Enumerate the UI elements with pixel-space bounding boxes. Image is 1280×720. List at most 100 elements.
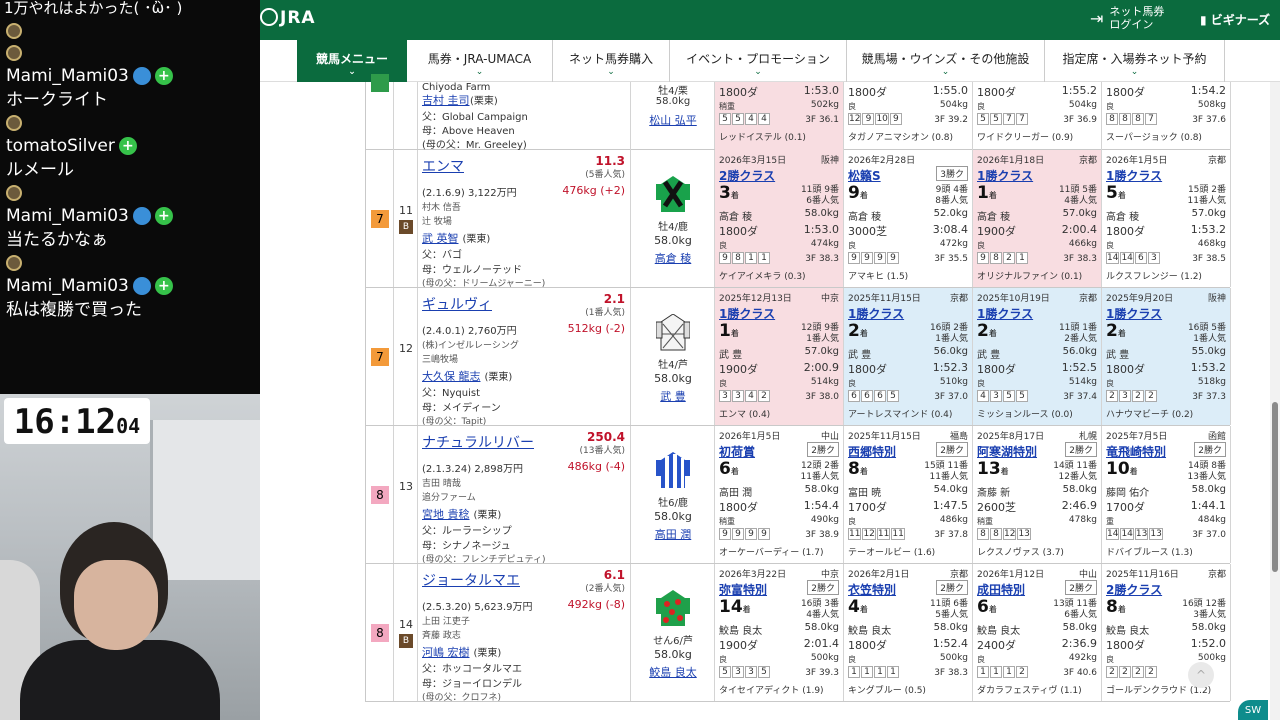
horse-name-link[interactable]: ナチュラルリバー: [422, 432, 534, 452]
race-venue: 京都: [949, 294, 968, 304]
blinker-badge: B: [399, 634, 413, 648]
passing-pos: 9: [745, 528, 757, 540]
race-name-link[interactable]: 1勝クラス: [977, 167, 1033, 184]
popularity: (1番人気): [585, 308, 625, 318]
finish-position-number: 13: [977, 459, 1001, 479]
race-name-link[interactable]: 1勝クラス: [1106, 167, 1162, 184]
race-name-link[interactable]: 竜飛崎特別: [1106, 443, 1166, 460]
race-distance: 1800ダ: [977, 363, 1016, 376]
race-distance: 1800ダ: [719, 225, 758, 238]
race-time: 1:52.0: [1190, 637, 1226, 650]
horse-name-link[interactable]: ジョータルマエ: [422, 570, 520, 590]
finish-position-number: 4: [848, 597, 860, 617]
horse-name-link[interactable]: エンマ: [422, 156, 464, 176]
page-scrollbar[interactable]: [1270, 82, 1280, 720]
past-race-cell: 2026年1月18日 京都 高倉 稜 57.0kg 1900ダ 2:00.4 良 466kg 3…: [973, 150, 1102, 287]
trainer-link[interactable]: 大久保 龍志: [422, 370, 481, 383]
past-carried-weight: 55.0kg: [1191, 346, 1226, 357]
passing-pos: 9: [861, 252, 873, 264]
track-condition: 稍重: [977, 517, 993, 526]
nav-item-4[interactable]: 競馬場・ウインズ・その他施設 ⌄: [847, 40, 1045, 82]
trainer-line: 武 英智 (栗東): [422, 230, 490, 246]
trainer-link[interactable]: 宮地 貴稔: [422, 508, 470, 521]
jockey-name-link[interactable]: 武 豊: [631, 388, 715, 404]
passing-pos: 9: [719, 252, 731, 264]
finish-position-number: 9: [848, 183, 860, 203]
finish-position: 14着: [719, 597, 751, 617]
past-jockey: 鮫島 良太: [848, 626, 892, 637]
nav-item-2[interactable]: ネット馬券購入 ⌄: [553, 40, 670, 82]
race-date: 2025年11月16日: [1106, 570, 1179, 580]
finish-position-unit: 着: [1117, 191, 1126, 200]
jra-logo[interactable]: JRA: [260, 8, 316, 28]
race-name-link[interactable]: 1勝クラス: [848, 305, 904, 322]
jockey-cell: 牡4/鹿 58.0kg 高倉 稜: [631, 150, 715, 287]
race-name-link[interactable]: 成田特別: [977, 581, 1025, 598]
field-size-gate-pop: 12頭 9番 1番人気: [800, 323, 839, 344]
owner: 村木 信吾: [422, 203, 461, 213]
passing-pos: 4: [745, 390, 757, 402]
jockey-silks-icon: [656, 452, 690, 488]
passing-pos: 6: [1134, 252, 1147, 264]
jockey-name-link[interactable]: 高田 潤: [631, 526, 715, 542]
race-name-link[interactable]: 松籟S: [848, 167, 881, 184]
nav-item-3[interactable]: イベント・プロモーション ⌄: [670, 40, 847, 82]
nav-item-5[interactable]: 指定席・入場券ネット予約 ⌄: [1045, 40, 1225, 82]
passing-pos: 5: [887, 390, 899, 402]
finish-position: 2着: [848, 321, 868, 341]
scroll-to-top-button[interactable]: ^: [1188, 662, 1214, 688]
race-time: 2:36.9: [1061, 637, 1097, 650]
corner-badge-text: SW: [1244, 705, 1262, 716]
member-crown-icon: [132, 277, 151, 295]
jockey-name-link[interactable]: 高倉 稜: [631, 250, 715, 266]
passing-pos: 13: [1017, 528, 1031, 540]
chat-top-line: 1万やれはよかった( ･ὢ･ ): [4, 0, 183, 17]
horse-name-link[interactable]: ギュルヴィ: [422, 294, 492, 314]
clock-seconds: 04: [116, 414, 141, 438]
race-name-link[interactable]: 弥富特別: [719, 581, 767, 598]
past-jockey: 高田 潤: [719, 488, 753, 499]
race-name-link[interactable]: 1勝クラス: [719, 305, 775, 322]
last-3f: 3F 39.3: [805, 668, 839, 678]
finish-position: 13着: [977, 459, 1009, 479]
jockey-silks-icon: [656, 176, 690, 212]
passing-pos: 14: [1120, 252, 1134, 264]
horse-number-cell: 11 B: [394, 150, 418, 287]
net-login-button[interactable]: ⇥ ネット馬券 ログイン: [1090, 5, 1164, 31]
nav-item-1[interactable]: 馬券・JRA-UMACA ⌄: [407, 40, 553, 82]
past-carried-weight: 58.0kg: [933, 622, 968, 633]
track-condition: 良: [977, 379, 985, 388]
race-name-link[interactable]: 阿寒湖特別: [977, 443, 1037, 460]
race-time: 1:47.5: [932, 499, 968, 512]
waku-cell: 8: [366, 426, 394, 563]
beginner-link[interactable]: ▮ ビギナーズ: [1200, 11, 1270, 28]
trainer-link[interactable]: 武 英智: [422, 232, 459, 245]
race-name-link[interactable]: 1勝クラス: [977, 305, 1033, 322]
breeder: 追分ファーム: [422, 493, 476, 503]
passing-pos: 4: [977, 390, 989, 402]
plus-badge-icon: +: [154, 277, 173, 295]
race-time: 1:52.3: [932, 361, 968, 374]
race-name-link[interactable]: 西郷特別: [848, 443, 896, 460]
scrollbar-thumb[interactable]: [1272, 402, 1278, 572]
passing-pos: 11: [876, 528, 891, 540]
race-name-link[interactable]: 2勝クラス: [1106, 581, 1162, 598]
past-race-cell: 2026年3月22日 中京 鮫島 良太 58.0kg 1900ダ 2:01.4 良 500kg…: [715, 564, 844, 701]
race-name-link[interactable]: 1勝クラス: [1106, 305, 1162, 322]
race-name-link[interactable]: 初荷賞: [719, 443, 755, 460]
trainer-link[interactable]: 河嶋 宏樹: [422, 646, 470, 659]
race-name-link[interactable]: 衣笠特別: [848, 581, 896, 598]
finish-position-unit: 着: [859, 329, 868, 338]
chevron-down-icon: ⌄: [475, 67, 484, 77]
jockey-silks-icon: [656, 314, 690, 351]
nav-item-0[interactable]: 競馬メニュー ⌄: [297, 40, 407, 82]
sire: 父：バゴ: [422, 250, 462, 261]
jockey-name-link[interactable]: 鮫島 良太: [631, 664, 715, 680]
waku-badge: 8: [371, 486, 389, 504]
passing-pos: 1: [1003, 666, 1015, 678]
last-3f: 3F 38.0: [805, 392, 839, 402]
field-size-gate-pop: 16頭 3番 4番人気: [800, 599, 839, 620]
passing-pos: 3: [990, 390, 1002, 402]
race-name-link[interactable]: 2勝クラス: [719, 167, 775, 184]
race-time: 1:53.0: [803, 223, 839, 236]
